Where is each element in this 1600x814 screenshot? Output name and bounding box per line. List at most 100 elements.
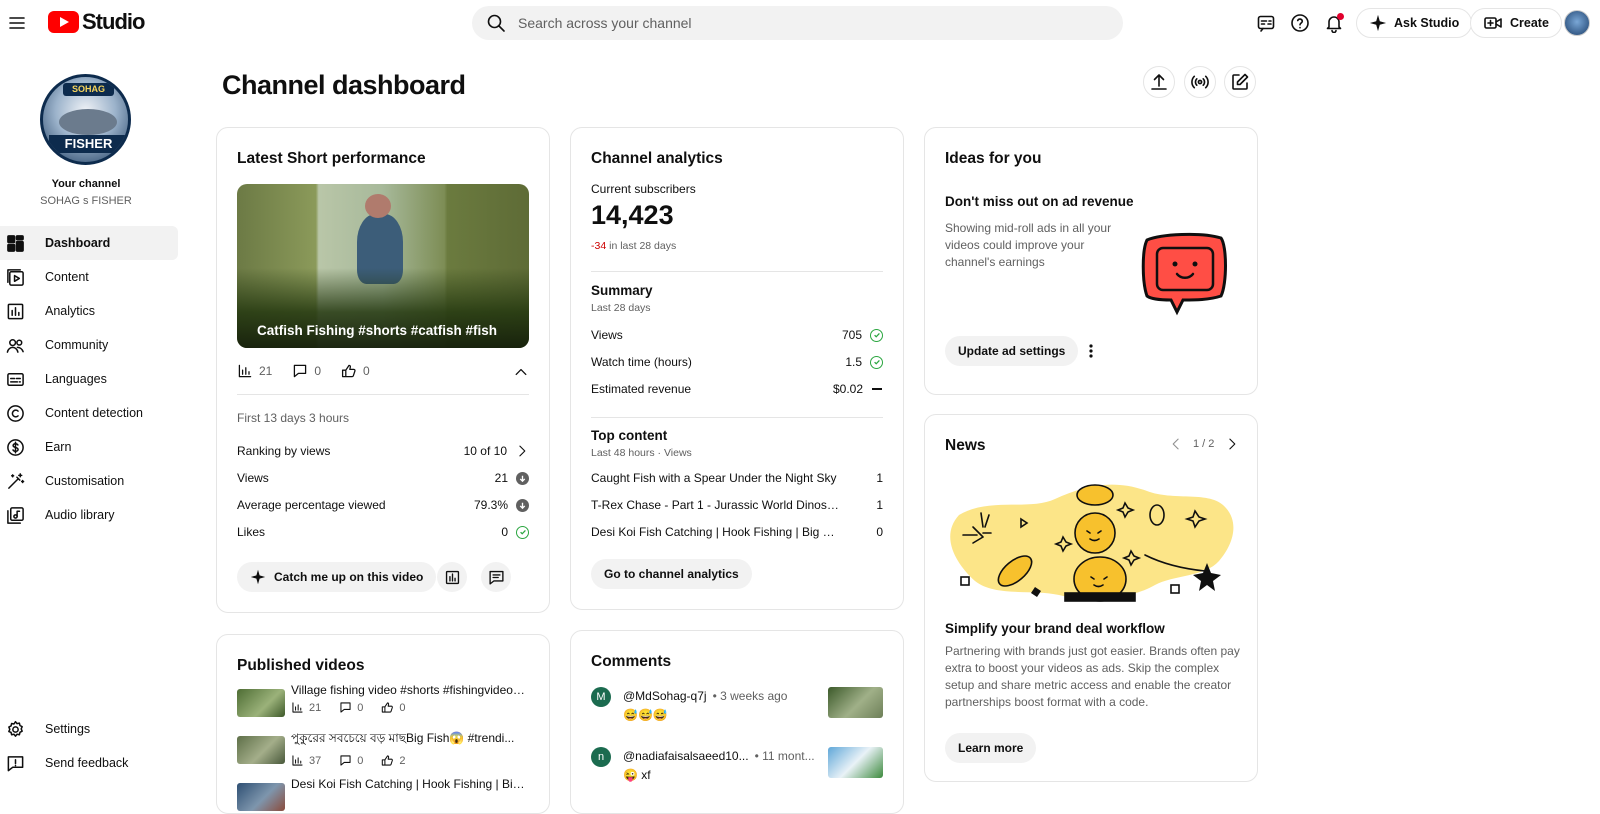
ask-studio-button[interactable]: Ask Studio [1356, 8, 1473, 38]
short-thumbnail[interactable]: Catfish Fishing #shorts #catfish #fish [237, 184, 529, 348]
avg-viewed-row: Average percentage viewed 79.3% [237, 498, 529, 512]
row-label: Estimated revenue [591, 382, 692, 396]
subscribers-count: 14,423 [591, 200, 674, 230]
sidebar-item-label: Content [45, 270, 89, 284]
go-live-button[interactable] [1184, 66, 1216, 98]
sidebar-item-content[interactable]: Content [0, 260, 178, 294]
news-body: Partnering with brands just got easier. … [945, 644, 1240, 709]
comment-text: 😜 xf [623, 768, 651, 782]
commenter-avatar: M [591, 687, 611, 707]
commenter-name[interactable]: @MdSohag-q7j [623, 689, 707, 703]
channel-avatar[interactable]: SOHAG FISHER [40, 74, 131, 165]
idea-body: Showing mid-roll ads in all your videos … [945, 221, 1112, 269]
top-content-views: 0 [876, 525, 883, 539]
ranking-row[interactable]: Ranking by views 10 of 10 [237, 444, 529, 458]
comment-item[interactable]: n @nadiafaisalsaeed10... • 11 mont... 😜 x… [591, 747, 883, 787]
settings-icon [8, 720, 23, 737]
video-thumbnail [237, 783, 285, 811]
more-options-icon[interactable] [1082, 342, 1100, 360]
sidebar-item-earn[interactable]: Earn [0, 430, 178, 464]
upload-button[interactable] [1143, 66, 1175, 98]
likes-count: 0 [363, 364, 370, 378]
learn-more-button[interactable]: Learn more [945, 733, 1037, 763]
video-row[interactable]: Desi Koi Fish Catching | Hook Fishing | … [237, 777, 529, 813]
learn-more-label: Learn more [958, 741, 1024, 755]
channel-name[interactable]: SOHAG s FISHER [0, 195, 172, 207]
subtitles-icon[interactable] [1253, 10, 1279, 36]
analytics-icon [445, 570, 459, 584]
thumbs-up-icon [382, 702, 394, 713]
collapse-button[interactable] [513, 364, 529, 380]
video-title: Village fishing video #shorts #fishingvi… [291, 683, 525, 697]
top-content-title: T-Rex Chase - Part 1 - Jurassic World Di… [591, 498, 841, 512]
row-value: $0.02 [832, 382, 863, 396]
previous-news-button[interactable] [1169, 437, 1183, 451]
row-label: Views [591, 328, 623, 342]
search-bar[interactable] [472, 6, 1123, 40]
next-news-button[interactable] [1225, 437, 1239, 451]
top-content-period: Last 48 hours · Views [591, 447, 692, 459]
divider [591, 271, 883, 272]
top-content-row[interactable]: T-Rex Chase - Part 1 - Jurassic World Di… [591, 498, 883, 512]
likes-label: Likes [237, 525, 266, 539]
earn-icon [7, 438, 24, 456]
sidebar-item-send-feedback[interactable]: Send feedback [0, 746, 178, 780]
sidebar-item-content-detection[interactable]: Content detection [0, 396, 178, 430]
sidebar-item-label: Settings [45, 722, 91, 736]
upload-icon [1151, 74, 1167, 90]
notifications-icon[interactable] [1321, 10, 1347, 36]
card-title: Channel analytics [591, 150, 723, 167]
thumbs-up-icon [382, 755, 394, 766]
top-content-row[interactable]: Desi Koi Fish Catching | Hook Fishing | … [591, 525, 883, 539]
comment-item[interactable]: M @MdSohag-q7j • 3 weeks ago 😅😅😅 [591, 687, 883, 727]
comment-time: • 11 mont... [754, 749, 815, 763]
video-row[interactable]: পুকুরের সবচেয়ে বড় মাছBig Fish😱 #trendi… [237, 730, 529, 770]
commenter-name[interactable]: @nadiafaisalsaeed10... [623, 749, 749, 763]
catch-up-button[interactable]: Catch me up on this video [237, 562, 437, 592]
create-button[interactable]: Create [1470, 8, 1562, 38]
likes-count: 0 [399, 701, 406, 714]
commenter-line: @nadiafaisalsaeed10... • 11 mont... [623, 749, 815, 763]
hamburger-icon[interactable] [4, 10, 30, 36]
comment-video-thumbnail[interactable] [828, 687, 883, 718]
sidebar-item-audio-library[interactable]: Audio library [0, 498, 178, 532]
languages-icon [7, 372, 24, 386]
news-pager: 1 / 2 [1193, 438, 1215, 450]
search-icon [487, 14, 505, 32]
video-row[interactable]: Village fishing video #shorts #fishingvi… [237, 683, 529, 723]
chevron-right-icon [1229, 438, 1236, 450]
sidebar-item-customisation[interactable]: Customisation [0, 464, 178, 498]
brand-text: Studio [82, 9, 145, 34]
sidebar-item-label: Customisation [45, 474, 125, 488]
update-ad-settings-button[interactable]: Update ad settings [945, 336, 1079, 366]
views-count: 21 [259, 364, 273, 378]
sidebar-item-community[interactable]: Community [0, 328, 178, 362]
top-content-title: Desi Koi Fish Catching | Hook Fishing | … [591, 525, 841, 539]
catch-up-label: Catch me up on this video [274, 570, 424, 584]
create-post-button[interactable] [1224, 66, 1256, 98]
account-avatar[interactable] [1564, 10, 1590, 36]
sidebar-item-dashboard[interactable]: Dashboard [0, 226, 178, 260]
top-content-row[interactable]: Caught Fish with a Spear Under the Night… [591, 471, 883, 485]
avatar-fish-graphic [59, 109, 117, 135]
help-icon[interactable] [1287, 10, 1313, 36]
magic-wand-icon [8, 472, 25, 489]
search-input[interactable] [518, 15, 1098, 31]
row-value: 1.5 [845, 355, 862, 369]
comment-video-thumbnail[interactable] [828, 747, 883, 778]
sidebar-item-languages[interactable]: Languages [0, 362, 178, 396]
news-card: News 1 / 2 Simplify your brand deal work… [924, 414, 1258, 782]
go-to-analytics-button[interactable]: Go to channel analytics [591, 559, 752, 589]
dashboard-icon [7, 234, 24, 252]
analytics-button[interactable] [437, 562, 467, 592]
top-content-views: 1 [876, 471, 883, 485]
thumbnail-head [365, 194, 391, 218]
comments-button[interactable] [481, 562, 511, 592]
sidebar-item-analytics[interactable]: Analytics [0, 294, 178, 328]
video-title: পুকুরের সবচেয়ে বড় মাছBig Fish😱 #trendi… [291, 731, 515, 745]
studio-logo[interactable]: Studio [48, 9, 145, 35]
sidebar-item-settings[interactable]: Settings [0, 712, 178, 746]
audio-library-icon [7, 506, 24, 524]
top-content-title: Caught Fish with a Spear Under the Night… [591, 471, 837, 485]
video-title: Desi Koi Fish Catching | Hook Fishing | … [291, 777, 525, 791]
